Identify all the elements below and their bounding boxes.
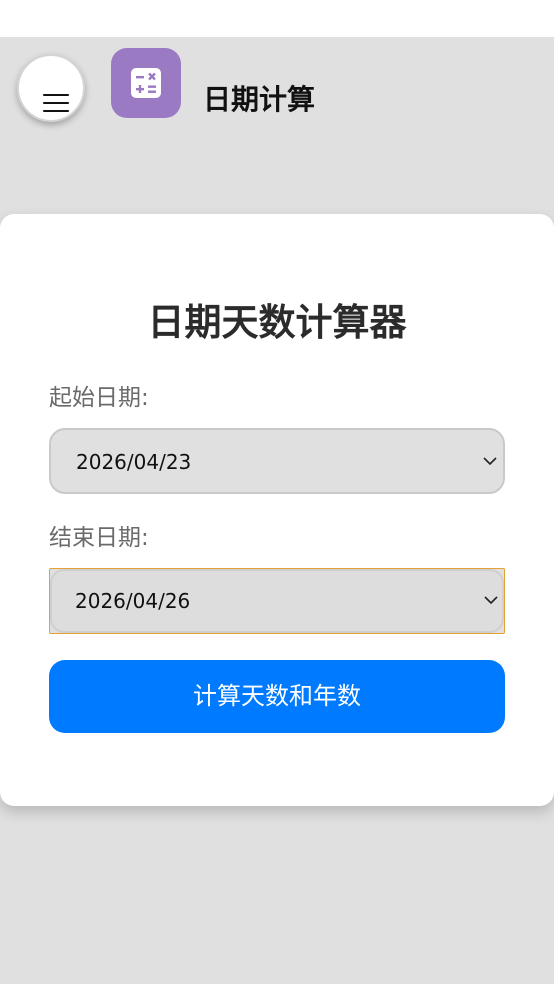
start-date-label: 起始日期: [49,385,149,411]
app-logo [111,48,181,118]
end-date-label: 结束日期: [49,525,149,551]
menu-button[interactable] [17,54,85,122]
calculator-icon [131,68,161,98]
start-date-value: 2026/04/23 [76,450,192,474]
status-bar-area [0,0,554,37]
end-date-value: 2026/04/26 [75,589,191,613]
hamburger-menu-icon [43,94,69,112]
chevron-down-icon [483,457,497,466]
chevron-down-icon [484,596,498,605]
app-title: 日期计算 [203,83,316,116]
start-date-select[interactable]: 2026/04/23 [49,428,505,494]
card-title: 日期天数计算器 [147,301,407,344]
calculate-button[interactable]: 计算天数和年数 [49,660,505,733]
end-date-select[interactable]: 2026/04/26 [49,568,505,634]
